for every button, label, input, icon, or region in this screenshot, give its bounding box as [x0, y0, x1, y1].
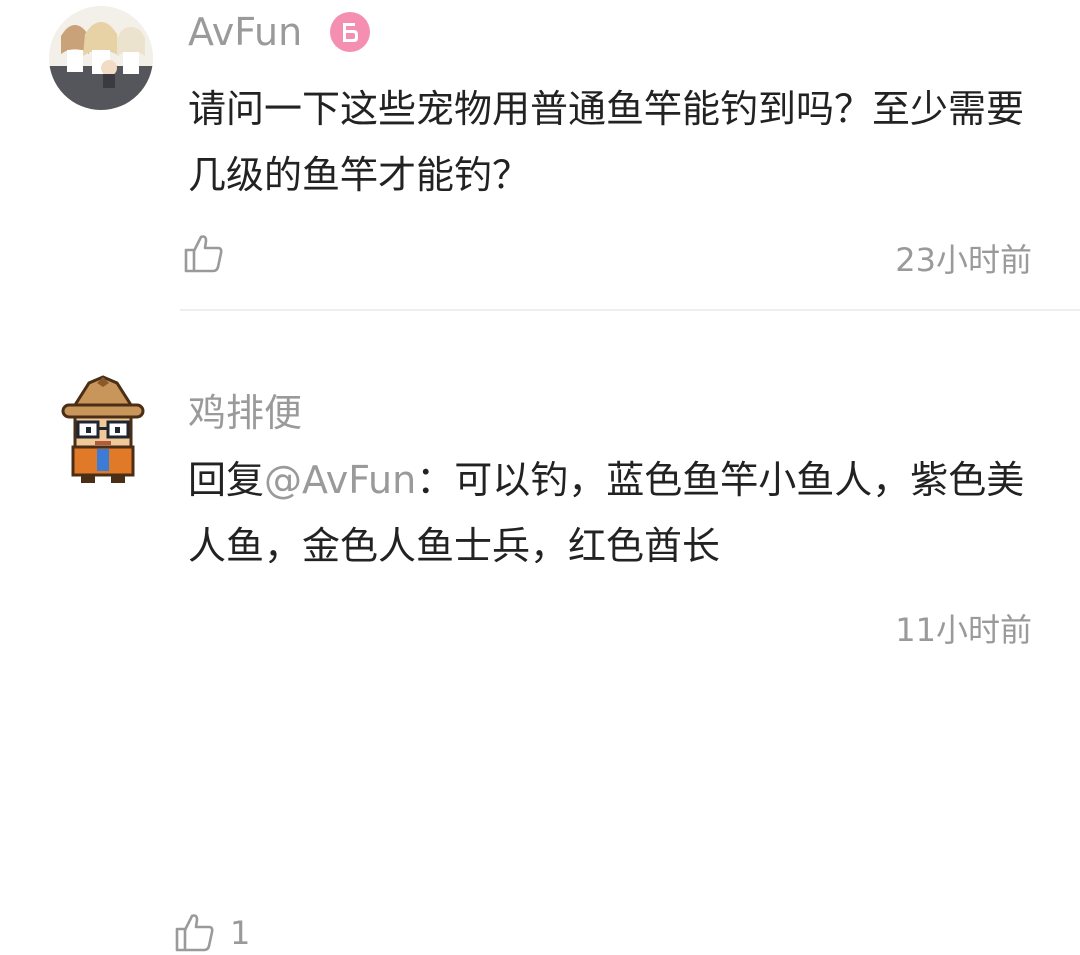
- comment-text: 回复@AvFun：可以钓，蓝色鱼竿小鱼人，紫色美人鱼，金色人鱼士兵，红色酋长: [188, 447, 1048, 579]
- timestamp: 11小时前: [895, 611, 1032, 649]
- like-count: 1: [230, 914, 251, 952]
- reply-target-mention[interactable]: @AvFun: [264, 458, 416, 502]
- like-button[interactable]: 1: [174, 911, 250, 955]
- user-avatar[interactable]: [59, 375, 147, 485]
- comment-item: 鸡排便 回复@AvFun：可以钓，蓝色鱼竿小鱼人，紫色美人鱼，金色人鱼士兵，红色…: [0, 311, 1080, 952]
- avatar-image: [49, 6, 153, 110]
- comment-item: AvFun 请问一下这些宠物用普通鱼竿能钓到吗？至少需要几级的鱼竿才能钓？ 23…: [0, 0, 1080, 311]
- level-badge-icon: [330, 12, 370, 52]
- user-avatar[interactable]: [49, 6, 153, 110]
- avatar-image: [61, 375, 145, 483]
- timestamp: 23小时前: [895, 241, 1032, 279]
- username[interactable]: AvFun: [188, 10, 302, 54]
- username[interactable]: 鸡排便: [188, 382, 302, 437]
- like-button[interactable]: [183, 232, 239, 276]
- comment-text: 请问一下这些宠物用普通鱼竿能钓到吗？至少需要几级的鱼竿才能钓？: [188, 87, 1025, 197]
- thumbs-up-icon: [184, 235, 223, 273]
- thumbs-up-icon: [175, 914, 214, 952]
- reply-prefix: 回复: [188, 458, 265, 502]
